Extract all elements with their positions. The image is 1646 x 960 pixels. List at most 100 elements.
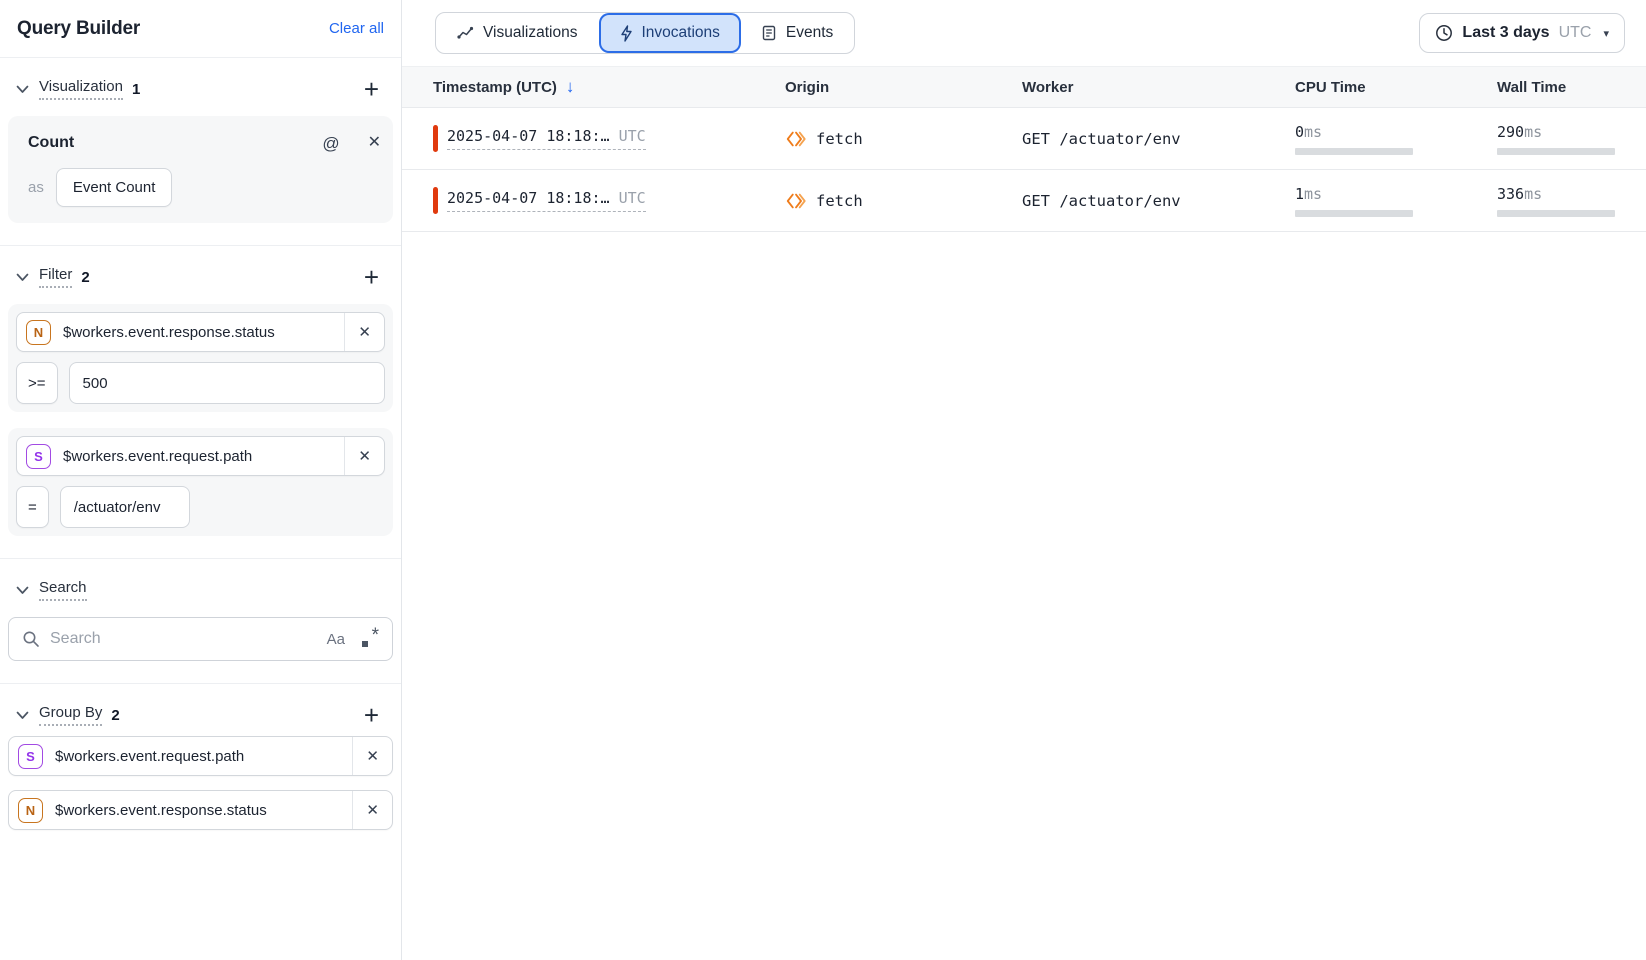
chevron-down-icon[interactable] (16, 85, 29, 94)
filter-section: Filter 2 + N $workers.event.response.sta… (0, 246, 401, 559)
group-by-count: 2 (111, 707, 119, 724)
cpu-time-bar (1295, 148, 1413, 155)
caret-down-icon: ▾ (1603, 27, 1609, 40)
add-group-by-button[interactable]: + (358, 705, 385, 725)
timestamp-cell: 2025-04-07 18:18:… UTC (433, 187, 785, 214)
chevron-down-icon[interactable] (16, 711, 29, 720)
visualization-alias-button[interactable]: Event Count (56, 168, 173, 207)
table-row[interactable]: 2025-04-07 18:18:… UTC fetch GET /actuat… (402, 170, 1646, 232)
table-header: Timestamp (UTC) ↓ Origin Worker CPU Time… (402, 66, 1646, 108)
filter-value-input[interactable] (69, 362, 385, 404)
search-box: Aa * (8, 617, 393, 661)
cpu-time-unit: ms (1304, 185, 1322, 203)
filter-section-title: Filter (39, 266, 72, 288)
group-by-section-title: Group By (39, 704, 102, 726)
number-type-icon: N (18, 798, 43, 823)
timestamp-value: 2025-04-07 18:18:… (447, 189, 610, 207)
group-by-pill[interactable]: N $workers.event.response.status ✕ (8, 790, 393, 830)
clear-all-link[interactable]: Clear all (329, 20, 384, 37)
time-range-dropdown[interactable]: Last 3 days UTC ▾ (1419, 13, 1625, 53)
filter-field-pill[interactable]: S $workers.event.request.path ✕ (16, 436, 385, 476)
regex-icon[interactable]: * (361, 629, 379, 649)
filter-field-pill[interactable]: N $workers.event.response.status ✕ (16, 312, 385, 352)
match-case-icon[interactable]: Aa (327, 631, 345, 648)
column-header-wall-time[interactable]: Wall Time (1497, 79, 1646, 96)
filter-field-name: $workers.event.request.path (63, 448, 344, 465)
workers-fetch-icon (785, 129, 807, 149)
clock-icon (1435, 24, 1453, 42)
remove-filter-icon[interactable]: ✕ (344, 437, 384, 475)
wall-time-cell: 290ms (1497, 123, 1615, 155)
chevron-down-icon[interactable] (16, 273, 29, 282)
tab-events[interactable]: Events (741, 13, 854, 53)
tab-label: Events (786, 24, 833, 42)
group-by-section-header: Group By 2 + (8, 696, 393, 736)
wall-time-unit: ms (1524, 185, 1542, 203)
search-section: Search Aa * (0, 559, 401, 684)
origin-value: fetch (816, 192, 863, 210)
query-builder-panel: Query Builder Clear all Visualization 1 … (0, 0, 402, 960)
add-filter-button[interactable]: + (358, 267, 385, 287)
column-header-timestamp[interactable]: Timestamp (UTC) ↓ (433, 77, 785, 97)
column-header-cpu-time[interactable]: CPU Time (1295, 79, 1497, 96)
wall-time-bar (1497, 148, 1615, 155)
visualization-section: Visualization 1 + Count @ ✕ as Event Cou… (0, 58, 401, 246)
cpu-time-unit: ms (1304, 123, 1322, 141)
number-type-icon: N (26, 320, 51, 345)
group-by-field-name: $workers.event.response.status (55, 802, 352, 819)
string-type-icon: S (18, 744, 43, 769)
visualization-section-header: Visualization 1 + (8, 70, 393, 110)
workers-fetch-icon (785, 191, 807, 211)
alias-icon[interactable]: @ (322, 135, 339, 152)
visualization-function-label: Count (28, 134, 74, 152)
search-section-title: Search (39, 579, 87, 601)
tab-visualizations[interactable]: Visualizations (436, 13, 599, 53)
filter-value-input[interactable] (60, 486, 190, 528)
filter-count: 2 (81, 269, 89, 286)
search-icon (22, 630, 40, 648)
cpu-time-cell: 0ms (1295, 123, 1413, 155)
chevron-down-icon[interactable] (16, 586, 29, 595)
cpu-time-value: 0 (1295, 123, 1304, 141)
wall-time-cell: 336ms (1497, 185, 1615, 217)
sort-desc-icon[interactable]: ↓ (566, 77, 575, 97)
results-toolbar: Visualizations Invocations Events (402, 0, 1646, 66)
timestamp-timezone: UTC (619, 127, 646, 145)
add-visualization-button[interactable]: + (358, 79, 385, 99)
filter-card: S $workers.event.request.path ✕ = (8, 428, 393, 536)
view-tabs: Visualizations Invocations Events (435, 12, 855, 54)
filter-field-name: $workers.event.response.status (63, 324, 344, 341)
as-label: as (28, 179, 44, 196)
empty-results-area (402, 232, 1646, 960)
lightning-icon (620, 25, 633, 42)
remove-group-by-icon[interactable]: ✕ (352, 737, 392, 775)
wall-time-value: 290 (1497, 123, 1524, 141)
query-builder-header: Query Builder Clear all (0, 0, 401, 58)
origin-cell: fetch (785, 191, 1022, 211)
origin-value: fetch (816, 130, 863, 148)
document-icon (762, 25, 777, 41)
group-by-pill[interactable]: S $workers.event.request.path ✕ (8, 736, 393, 776)
visualization-count: 1 (132, 81, 140, 98)
filter-operator-button[interactable]: >= (16, 362, 58, 404)
remove-visualization-icon[interactable]: ✕ (368, 135, 381, 151)
column-header-origin[interactable]: Origin (785, 79, 1022, 96)
timestamp-cell: 2025-04-07 18:18:… UTC (433, 125, 785, 152)
column-header-worker[interactable]: Worker (1022, 79, 1295, 96)
filter-operator-button[interactable]: = (16, 486, 49, 528)
tab-invocations[interactable]: Invocations (599, 13, 741, 53)
line-chart-icon (457, 26, 474, 40)
visualization-card: Count @ ✕ as Event Count (8, 116, 393, 223)
origin-cell: fetch (785, 129, 1022, 149)
tab-label: Invocations (642, 24, 720, 42)
table-row[interactable]: 2025-04-07 18:18:… UTC fetch GET /actuat… (402, 108, 1646, 170)
visualization-section-title: Visualization (39, 78, 123, 100)
string-type-icon: S (26, 444, 51, 469)
error-status-bar (433, 125, 438, 152)
search-input[interactable] (50, 630, 317, 648)
worker-cell: GET /actuator/env (1022, 192, 1295, 210)
page-title: Query Builder (17, 18, 140, 40)
remove-group-by-icon[interactable]: ✕ (352, 791, 392, 829)
remove-filter-icon[interactable]: ✕ (344, 313, 384, 351)
workers-observability-app: Query Builder Clear all Visualization 1 … (0, 0, 1646, 960)
